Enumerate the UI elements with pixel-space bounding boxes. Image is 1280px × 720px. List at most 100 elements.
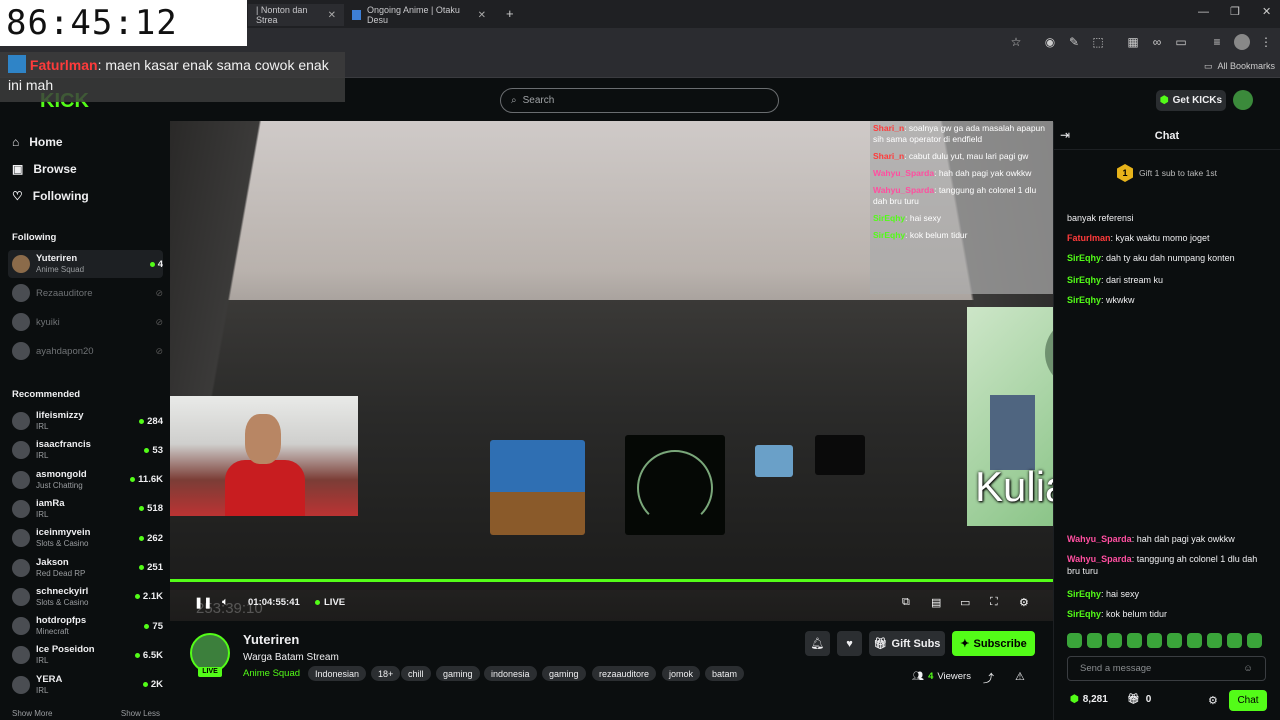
chat-input[interactable]: Send a message ☺ — [1067, 656, 1266, 681]
chat-message: Wahyu_Sparda: tanggung ah colonel 1 dlu … — [1067, 554, 1258, 576]
channel-points[interactable]: ⬢ 8,281 — [1070, 694, 1108, 705]
volume-icon[interactable]: 🔈︎ — [222, 596, 229, 609]
theater-mode-icon[interactable]: ▭ — [960, 596, 970, 609]
emote-icon[interactable] — [1207, 633, 1222, 648]
cast-icon[interactable]: ▭ — [1173, 34, 1189, 50]
search-input[interactable]: ⌕ Search — [500, 88, 779, 113]
browser-tab[interactable]: Ongoing Anime | Otaku Desu ✕ — [344, 4, 494, 26]
stream-tag[interactable]: Indonesian — [308, 666, 367, 681]
puzzle-icon[interactable]: ⬚ — [1090, 34, 1106, 50]
streamer-shirt — [225, 460, 305, 516]
sidebar-channel-recommended[interactable]: schneckyirl Slots & Casino 2.1K — [8, 583, 163, 611]
stream-tag[interactable]: 18+ — [371, 666, 401, 681]
emote-icon[interactable] — [1087, 633, 1102, 648]
live-badge: LIVE — [198, 667, 222, 677]
offline-icon: ⊘ — [155, 287, 163, 298]
clip-icon[interactable]: ▤ — [931, 596, 941, 609]
emote-icon[interactable] — [1167, 633, 1182, 648]
stream-tag[interactable]: jomok — [662, 666, 701, 681]
streamer-name[interactable]: Yuteriren — [243, 632, 299, 647]
send-chat-button[interactable]: Chat — [1229, 690, 1267, 711]
home-icon: ⌂ — [12, 135, 20, 149]
kicks-icon: ⬢ — [1159, 95, 1169, 106]
nav-home[interactable]: ⌂ Home — [12, 132, 63, 152]
sidebar-channel-recommended[interactable]: YERA IRL 2K — [8, 671, 163, 699]
bookmark-star-icon[interactable]: ☆ — [1008, 34, 1024, 50]
extension-icon[interactable]: ◉ — [1042, 34, 1058, 50]
emote-row[interactable] — [1067, 633, 1267, 651]
get-kicks-button[interactable]: ⬢ Get KICKs — [1156, 90, 1226, 111]
emote-icon[interactable] — [1127, 633, 1142, 648]
close-window-icon[interactable]: ✕ — [1262, 5, 1271, 18]
user-avatar[interactable] — [1233, 90, 1253, 110]
all-bookmarks[interactable]: ▭ All Bookmarks — [1204, 61, 1275, 72]
extension-icon[interactable]: ✎ — [1066, 34, 1082, 50]
sidebar-channel-recommended[interactable]: iceinmyvein Slots & Casino 262 — [8, 524, 163, 552]
new-tab-button[interactable]: + — [506, 6, 514, 21]
badge-icon — [8, 55, 26, 73]
sidebar-channel-offline[interactable]: ayahdapon20 ⊘ — [8, 337, 163, 365]
fullscreen-icon[interactable]: ⛶ — [990, 596, 998, 609]
emote-icon[interactable] — [1247, 633, 1262, 648]
gift-leaderboard[interactable]: 1 Gift 1 sub to take 1st — [1054, 158, 1280, 188]
progress-bar[interactable] — [170, 579, 1053, 582]
emoji-icon[interactable]: ☺ — [1243, 663, 1253, 674]
emote-icon[interactable] — [1227, 633, 1242, 648]
live-indicator[interactable]: LIVE — [315, 597, 345, 608]
chat-settings-icon[interactable]: ⚙ — [1208, 694, 1218, 707]
stream-tag[interactable]: gaming — [542, 666, 586, 681]
collapse-chat-icon[interactable]: ⇥ — [1060, 128, 1070, 142]
report-icon[interactable]: ⚠ — [1015, 670, 1025, 683]
emote-icon[interactable] — [1067, 633, 1082, 648]
avatar — [12, 617, 30, 636]
nav-following[interactable]: ♡ Following — [12, 186, 89, 206]
sidebar-channel-recommended[interactable]: Ice Poseidon IRL 6.5K — [8, 641, 163, 669]
profile-avatar[interactable] — [1234, 34, 1250, 50]
sidebar-channel-offline[interactable]: kyuiki ⊘ — [8, 308, 163, 336]
sidebar-channel-recommended[interactable]: asmongold Just Chatting 11.6K — [8, 466, 163, 494]
avatar — [12, 529, 30, 548]
sidebar-channel-recommended[interactable]: lifeismizzy IRL 284 — [8, 407, 163, 435]
stream-tag[interactable]: indonesia — [484, 666, 537, 681]
stream-tag[interactable]: chill — [401, 666, 431, 681]
stream-category[interactable]: Anime Squad — [243, 668, 300, 679]
settings-gear-icon[interactable]: ⚙ — [1019, 596, 1029, 609]
show-less-button[interactable]: Show Less — [121, 709, 160, 718]
browser-tab[interactable]: | Nonton dan Strea ✕ — [248, 4, 344, 26]
subscribe-button[interactable]: ✦ Subscribe — [952, 631, 1035, 656]
emote-icon[interactable] — [1147, 633, 1162, 648]
close-icon[interactable]: ✕ — [328, 10, 336, 21]
more-icon[interactable]: ⋮ — [1258, 34, 1274, 50]
emote-icon[interactable] — [1187, 633, 1202, 648]
pip-icon[interactable]: ⧉ — [902, 596, 910, 609]
pause-icon[interactable]: ❚❚ — [194, 596, 212, 609]
gift-count[interactable]: 🎁︎ 0 — [1127, 694, 1151, 705]
sidebar-channel-yuteriren[interactable]: Yuteriren Anime Squad 4 — [8, 250, 163, 278]
chat-message: SirEqhy: dari stream ku — [1067, 275, 1164, 285]
star-icon: ✦ — [960, 638, 970, 650]
sidebar-channel-recommended[interactable]: iamRa IRL 518 — [8, 495, 163, 523]
share-icon[interactable]: ⤴ — [983, 670, 994, 686]
close-icon[interactable]: ✕ — [478, 10, 486, 21]
nav-browse[interactable]: ▣ Browse — [12, 159, 77, 179]
avatar — [12, 499, 30, 518]
link-icon[interactable]: ∞ — [1149, 34, 1165, 50]
menu-icon[interactable]: ≡ — [1209, 34, 1225, 50]
restore-icon[interactable]: ❐ — [1230, 5, 1240, 18]
show-more-button[interactable]: Show More — [12, 709, 52, 718]
sidebar-channel-recommended[interactable]: isaacfrancis IRL 53 — [8, 436, 163, 464]
notification-bell-button[interactable]: 🔔︎ — [805, 631, 830, 656]
grid-icon[interactable]: ▦ — [1125, 34, 1141, 50]
sidebar-channel-recommended[interactable]: hotdropfps Minecraft 75 — [8, 612, 163, 640]
nav-arc — [637, 450, 713, 526]
flight-display — [490, 440, 585, 535]
sidebar-channel-offline[interactable]: Rezaauditore ⊘ — [8, 279, 163, 307]
stream-tag[interactable]: batam — [705, 666, 745, 681]
minimize-icon[interactable]: — — [1198, 6, 1209, 18]
stream-tag[interactable]: gaming — [436, 666, 480, 681]
gift-subs-button[interactable]: 🎁︎ Gift Subs — [869, 631, 945, 656]
emote-icon[interactable] — [1107, 633, 1122, 648]
stream-tag[interactable]: rezaauditore — [592, 666, 657, 681]
follow-button[interactable]: ♥ — [837, 631, 862, 656]
sidebar-channel-recommended[interactable]: Jakson Red Dead RP 251 — [8, 554, 163, 582]
